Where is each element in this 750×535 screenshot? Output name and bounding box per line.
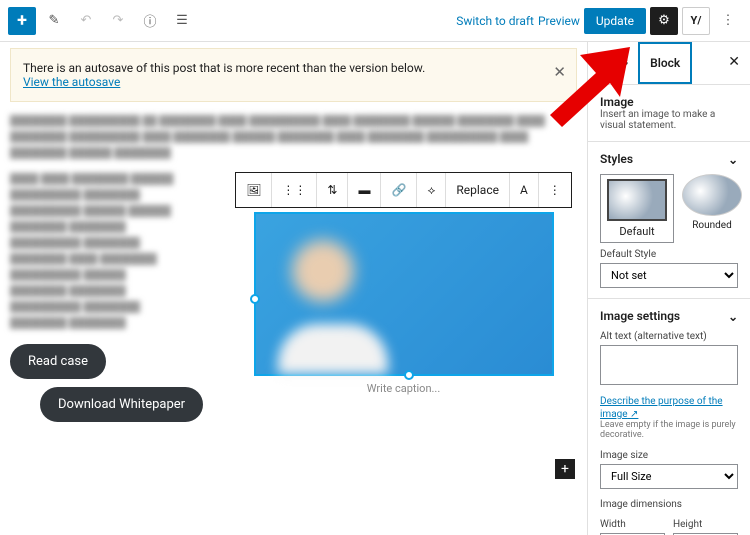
add-block-button[interactable]: + (8, 7, 36, 35)
info-icon[interactable]: ⓘ (136, 7, 164, 35)
more-options-icon[interactable]: ⋮ (539, 173, 571, 207)
describe-purpose-link[interactable]: Describe the purpose of the image ↗ (600, 396, 723, 420)
link-icon[interactable]: 🔗 (381, 173, 417, 207)
style-default[interactable]: Default (600, 174, 674, 243)
blurred-paragraph: ████ ████ ████████ ████████████████ ████… (10, 172, 220, 332)
block-type-desc: Insert an image to make a visual stateme… (600, 109, 738, 131)
tab-block[interactable]: Block (638, 42, 692, 84)
selected-image[interactable] (254, 212, 554, 376)
read-case-button[interactable]: Read case (10, 344, 106, 379)
dimensions-label: Image dimensions (600, 499, 738, 510)
editor-canvas: There is an autosave of this post that i… (0, 42, 587, 535)
image-settings-heading[interactable]: Image settings (600, 309, 738, 323)
block-toolbar: 🖼 ⋮⋮ ⇅ ▬ 🔗 ⟡ Replace A ⋮ (235, 172, 572, 208)
add-block-inline-button[interactable]: + (555, 459, 575, 479)
resize-handle[interactable] (404, 370, 414, 380)
top-toolbar: + ✎ ↶ ↷ ⓘ ☰ Switch to draft Preview Upda… (0, 0, 750, 42)
download-whitepaper-button[interactable]: Download Whitepaper (40, 387, 203, 422)
close-sidebar-icon[interactable]: ✕ (718, 42, 750, 84)
height-label: Height (673, 519, 738, 530)
redo-icon[interactable]: ↷ (104, 7, 132, 35)
outline-icon[interactable]: ☰ (168, 7, 196, 35)
image-size-label: Image size (600, 450, 738, 461)
caption-input[interactable]: Write caption... (367, 382, 440, 395)
undo-icon[interactable]: ↶ (72, 7, 100, 35)
tab-news[interactable]: News (588, 42, 638, 84)
replace-button[interactable]: Replace (446, 173, 510, 207)
styles-heading[interactable]: Styles (600, 152, 738, 166)
drag-icon[interactable]: ⋮⋮ (272, 173, 317, 207)
styles-panel: Styles Default Rounded Default Style Not… (588, 142, 750, 299)
autosave-notice: There is an autosave of this post that i… (10, 48, 577, 102)
text-icon[interactable]: A (510, 173, 539, 207)
default-style-label: Default Style (600, 249, 738, 260)
alt-help-text: Leave empty if the image is purely decor… (600, 420, 738, 440)
yoast-icon[interactable]: Y/ (682, 7, 710, 35)
preview-link[interactable]: Preview (538, 14, 580, 28)
more-icon[interactable]: ⋮ (714, 7, 742, 35)
view-autosave-link[interactable]: View the autosave (23, 75, 120, 89)
image-type-icon[interactable]: 🖼 (236, 173, 272, 207)
blurred-paragraph: ████████ ██████████ ██ ████████ ████ ███… (10, 114, 577, 162)
image-size-select[interactable]: Full Size (600, 464, 738, 489)
alt-text-input[interactable] (600, 345, 738, 385)
update-button[interactable]: Update (584, 8, 646, 34)
move-icon[interactable]: ⇅ (317, 173, 348, 207)
edit-icon[interactable]: ✎ (40, 7, 68, 35)
width-label: Width (600, 519, 665, 530)
block-type-title: Image (600, 95, 738, 109)
align-icon[interactable]: ▬ (348, 173, 381, 207)
crop-icon[interactable]: ⟡ (417, 173, 446, 207)
settings-icon[interactable]: ⚙ (650, 7, 678, 35)
resize-handle[interactable] (250, 294, 260, 304)
image-settings-panel: Image settings Alt text (alternative tex… (588, 299, 750, 535)
close-icon[interactable]: ✕ (553, 63, 566, 81)
style-rounded[interactable]: Rounded (682, 174, 742, 243)
alt-text-label: Alt text (alternative text) (600, 331, 738, 342)
block-info: Image Insert an image to make a visual s… (588, 85, 750, 142)
default-style-select[interactable]: Not set (600, 263, 738, 288)
switch-draft-link[interactable]: Switch to draft (456, 14, 534, 28)
settings-sidebar: News Block ✕ Image Insert an image to ma… (587, 42, 750, 535)
notice-text: There is an autosave of this post that i… (23, 61, 564, 75)
